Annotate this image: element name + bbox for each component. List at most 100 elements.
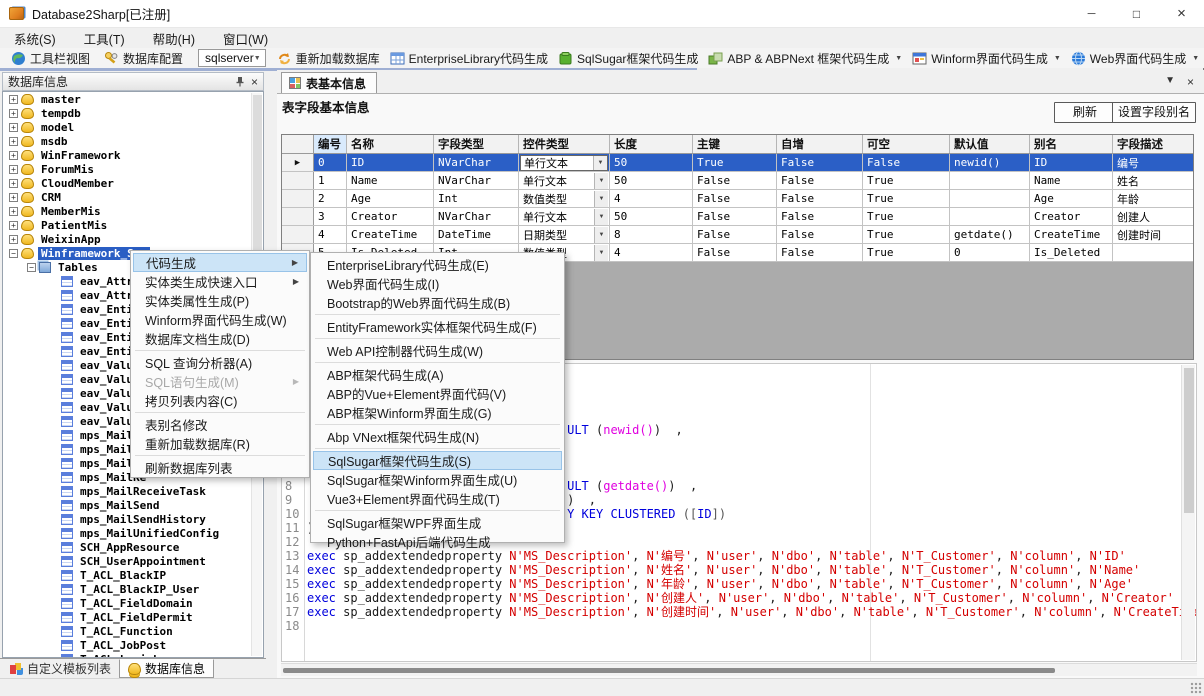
grid-row[interactable]: ▶0IDNVarChar单行文本▼50TrueFalseFalsenewid()… — [282, 154, 1193, 172]
expand-icon[interactable]: + — [9, 151, 18, 160]
grid-row-selector[interactable]: ▶ — [282, 154, 314, 171]
grid-cell[interactable]: 2 — [314, 190, 347, 207]
grid-cell[interactable]: CreateTime — [1030, 226, 1113, 243]
toolbar-web-button[interactable]: Web界面代码生成 ▼ — [1066, 50, 1204, 67]
grid-cell[interactable]: 单行文本▼ — [519, 208, 610, 225]
grid-cell[interactable]: 0 — [950, 244, 1030, 261]
tree-item-table[interactable]: T_ACL_FieldPermit — [3, 610, 263, 624]
toolbar-enterpriselibrary-button[interactable]: EnterpriseLibrary代码生成 — [385, 50, 553, 67]
grid-cell[interactable] — [950, 208, 1030, 225]
tree-item-table[interactable]: T_ACL_BlackIP — [3, 568, 263, 582]
grid-column-header[interactable]: 默认值 — [950, 135, 1030, 153]
grid-cell[interactable] — [1113, 244, 1194, 261]
code-horizontal-scrollbar-thumb[interactable] — [283, 668, 1055, 673]
chevron-down-icon[interactable]: ▼ — [594, 227, 608, 243]
grid-row-selector[interactable] — [282, 172, 314, 189]
grid-cell[interactable]: Creator — [1030, 208, 1113, 225]
submenu-item[interactable]: Web界面代码生成(I) — [313, 274, 562, 293]
refresh-button[interactable]: 刷新 — [1054, 102, 1116, 123]
grid-cell[interactable]: 3 — [314, 208, 347, 225]
chevron-down-icon[interactable]: ▼ — [594, 173, 608, 189]
grid-cell[interactable]: True — [863, 172, 950, 189]
set-field-alias-button[interactable]: 设置字段别名 — [1112, 102, 1196, 123]
expand-icon[interactable]: + — [9, 235, 18, 244]
grid-cell[interactable]: 编号 — [1113, 154, 1194, 171]
toolbar-dbconfig-button[interactable]: 数据库配置 — [99, 50, 188, 67]
tree-item-database[interactable]: +WinFramework — [3, 148, 263, 162]
expand-icon[interactable]: + — [9, 193, 18, 202]
grid-cell[interactable]: True — [863, 190, 950, 207]
grid-cell[interactable]: False — [693, 226, 777, 243]
tab-dropdown-icon[interactable]: ▼ — [1165, 75, 1175, 89]
grid-cell[interactable]: True — [863, 244, 950, 261]
grid-column-header[interactable]: 自增 — [777, 135, 863, 153]
panel-close-icon[interactable]: × — [251, 76, 258, 88]
tree-item-database[interactable]: +ForumMis — [3, 162, 263, 176]
grid-cell[interactable]: 50 — [610, 154, 693, 171]
toolbar-view-button[interactable]: 工具栏视图 — [6, 50, 95, 67]
grid-column-header[interactable]: 字段描述 — [1113, 135, 1194, 153]
code-horizontal-scrollbar[interactable] — [281, 663, 1197, 676]
tree-item-database[interactable]: +CRM — [3, 190, 263, 204]
bottom-tab[interactable]: 自定义模板列表 — [2, 659, 119, 678]
close-button[interactable]: × — [1159, 0, 1204, 28]
tree-item-database[interactable]: +WeixinApp — [3, 232, 263, 246]
grid-cell[interactable]: True — [863, 226, 950, 243]
context-menu-item[interactable]: Winform界面代码生成(W) — [133, 310, 307, 329]
grid-cell[interactable]: 1 — [314, 172, 347, 189]
menubar-item[interactable]: 窗口(W) — [223, 29, 268, 48]
tree-item-table[interactable]: T_ACL_JobPost — [3, 638, 263, 652]
toolbar-reload-button[interactable]: 重新加载数据库 — [272, 50, 385, 67]
expand-icon[interactable]: + — [9, 123, 18, 132]
context-menu-item[interactable]: 实体类属性生成(P) — [133, 291, 307, 310]
grid-cell[interactable]: 日期类型▼ — [519, 226, 610, 243]
expand-icon[interactable]: + — [9, 137, 18, 146]
tree-item-table[interactable]: SCH_AppResource — [3, 540, 263, 554]
code-vertical-scrollbar-thumb[interactable] — [1184, 368, 1194, 513]
grid-cell[interactable]: False — [777, 226, 863, 243]
grid-cell[interactable] — [950, 172, 1030, 189]
grid-cell[interactable]: False — [693, 190, 777, 207]
grid-cell[interactable]: False — [693, 172, 777, 189]
grid-cell[interactable]: Creator — [347, 208, 434, 225]
chevron-down-icon[interactable]: ▼ — [1054, 55, 1061, 62]
tree-item-table[interactable]: mps_MailReceiveTask — [3, 484, 263, 498]
collapse-icon[interactable]: − — [9, 249, 18, 258]
database-type-combobox[interactable]: sqlserver ▼ — [198, 49, 266, 67]
grid-column-header[interactable]: 主键 — [693, 135, 777, 153]
grid-cell[interactable]: False — [693, 208, 777, 225]
grid-cell[interactable]: 姓名 — [1113, 172, 1194, 189]
submenu-item[interactable]: ABP框架Winform界面生成(G) — [313, 403, 562, 422]
grid-row[interactable]: 4CreateTimeDateTime日期类型▼8FalseFalseTrueg… — [282, 226, 1193, 244]
tree-item-database[interactable]: +model — [3, 120, 263, 134]
grid-cell[interactable]: 单行文本▼ — [519, 172, 610, 189]
grid-cell[interactable]: Age — [1030, 190, 1113, 207]
submenu-item[interactable]: Vue3+Element界面代码生成(T) — [313, 489, 562, 508]
grid-cell[interactable]: DateTime — [434, 226, 519, 243]
tree-item-database[interactable]: +PatientMis — [3, 218, 263, 232]
submenu-item[interactable]: ABP框架代码生成(A) — [313, 365, 562, 384]
menubar-item[interactable]: 系统(S) — [14, 29, 56, 48]
grid-cell[interactable]: Name — [347, 172, 434, 189]
grid-cell[interactable]: False — [777, 172, 863, 189]
chevron-down-icon[interactable]: ▼ — [1192, 55, 1199, 62]
grid-cell[interactable]: Is_Deleted — [1030, 244, 1113, 261]
grid-cell[interactable]: 4 — [610, 244, 693, 261]
context-menu-item[interactable]: 刷新数据库列表 — [133, 458, 307, 477]
tree-item-database[interactable]: +MemberMis — [3, 204, 263, 218]
expand-icon[interactable]: + — [9, 207, 18, 216]
chevron-down-icon[interactable]: ▼ — [594, 191, 608, 207]
context-menu-item[interactable]: 表别名修改 — [133, 415, 307, 434]
toolbar-abp-button[interactable]: ABP & ABPNext 框架代码生成 ▼ — [703, 50, 907, 67]
expand-icon[interactable]: + — [9, 95, 18, 104]
control-type-combobox[interactable]: 数值类型▼ — [520, 191, 608, 207]
tree-item-database[interactable]: +msdb — [3, 134, 263, 148]
tree-item-database[interactable]: +master — [3, 92, 263, 106]
grid-cell[interactable]: False — [777, 154, 863, 171]
control-type-combobox[interactable]: 单行文本▼ — [520, 173, 608, 189]
control-type-combobox[interactable]: 日期类型▼ — [520, 227, 608, 243]
grid-cell[interactable]: False — [777, 208, 863, 225]
grid-row-selector[interactable] — [282, 226, 314, 243]
tree-item-table[interactable]: SCH_UserAppointment — [3, 554, 263, 568]
code-vertical-scrollbar[interactable] — [1181, 365, 1195, 660]
